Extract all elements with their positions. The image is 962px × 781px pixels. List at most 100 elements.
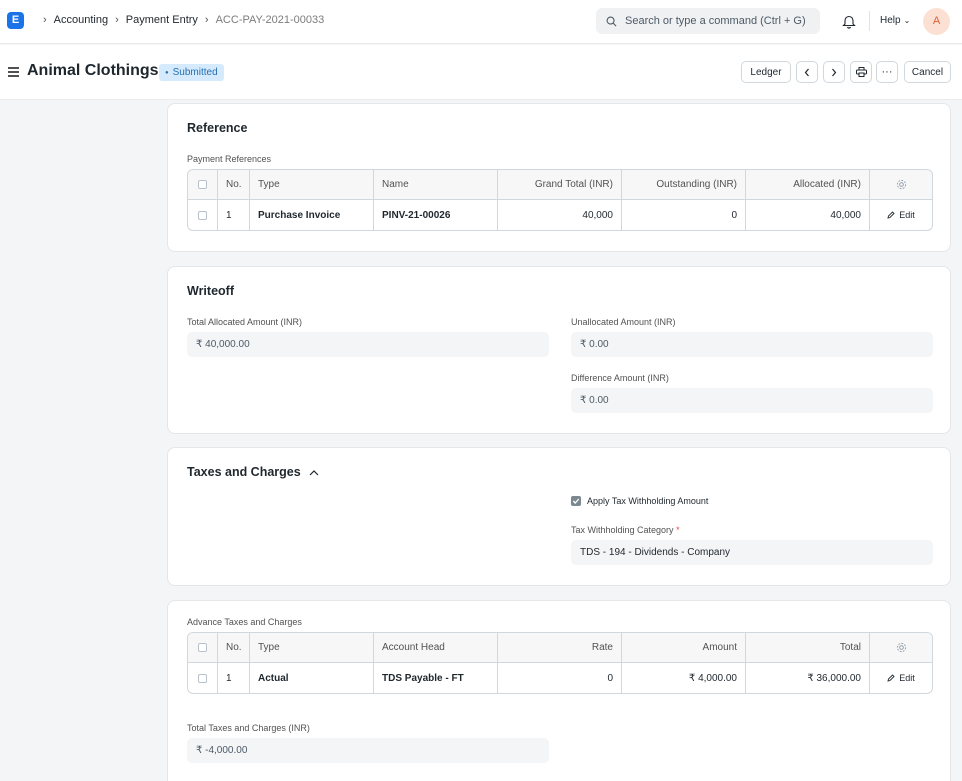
reference-name-cell[interactable]: PINV-21-00026 [374, 200, 498, 230]
payment-references-table: No. Type Name Grand Total (INR) Outstand… [187, 169, 933, 231]
table-header: No. Type Name Grand Total (INR) Outstand… [188, 170, 932, 200]
edit-label: Edit [899, 210, 915, 220]
edit-label: Edit [899, 673, 915, 683]
checkbox-checked-icon [571, 496, 581, 506]
table-row[interactable]: 1 Purchase Invoice PINV-21-00026 40,000 … [188, 200, 932, 230]
row-number: 1 [218, 663, 250, 693]
section-title: Reference [187, 121, 248, 135]
page-head: Animal Clothings Submitted Ledger ··· Ca… [0, 45, 962, 100]
chevron-up-icon [309, 469, 319, 475]
breadcrumb-accounting[interactable]: Accounting [54, 14, 108, 26]
breadcrumb-payment-entry[interactable]: Payment Entry [126, 14, 198, 26]
taxes-section: Taxes and Charges Apply Tax Withholding … [167, 447, 951, 586]
breadcrumb-document[interactable]: ACC-PAY-2021-00033 [216, 14, 325, 26]
more-options-button[interactable]: ··· [876, 61, 898, 83]
row-number: 1 [218, 200, 250, 230]
amount-cell[interactable]: ₹ 4,000.00 [622, 663, 746, 693]
previous-button[interactable] [796, 61, 818, 83]
total-allocated-field: ₹ 40,000.00 [187, 332, 549, 357]
cancel-button[interactable]: Cancel [904, 61, 951, 83]
pencil-icon [887, 674, 895, 682]
edit-row-button[interactable]: Edit [887, 210, 915, 220]
help-label: Help [880, 15, 901, 26]
status-badge: Submitted [159, 64, 224, 81]
outstanding-cell[interactable]: 0 [622, 200, 746, 230]
edit-row-button[interactable]: Edit [887, 673, 915, 683]
grand-total-cell[interactable]: 40,000 [498, 200, 622, 230]
section-title: Writeoff [187, 284, 234, 298]
column-header: No. [218, 170, 250, 199]
apply-tds-label: Apply Tax Withholding Amount [587, 496, 709, 506]
next-button[interactable] [823, 61, 845, 83]
column-header: Type [250, 170, 374, 199]
writeoff-section: Writeoff Total Allocated Amount (INR) ₹ … [167, 266, 951, 434]
bell-icon[interactable] [842, 14, 856, 29]
column-header: Name [374, 170, 498, 199]
tax-category-field[interactable]: TDS - 194 - Dividends - Company [571, 540, 933, 565]
table-label: Advance Taxes and Charges [187, 617, 302, 627]
table-label: Payment References [187, 154, 272, 164]
column-header: Allocated (INR) [746, 170, 870, 199]
ledger-button[interactable]: Ledger [741, 61, 791, 83]
total-taxes-label: Total Taxes and Charges (INR) [187, 723, 310, 733]
column-header: Type [250, 633, 374, 662]
tax-category-label-text: Tax Withholding Category [571, 525, 674, 535]
chevron-right-icon: › [204, 14, 209, 26]
column-header: Account Head [374, 633, 498, 662]
print-button[interactable] [850, 61, 872, 83]
breadcrumb: › Accounting › Payment Entry › ACC-PAY-2… [36, 14, 324, 26]
search-placeholder: Search or type a command (Ctrl + G) [625, 15, 806, 27]
printer-icon [855, 67, 867, 77]
app-logo[interactable]: E [7, 12, 24, 29]
chevron-left-icon [804, 68, 809, 76]
apply-tds-checkbox[interactable]: Apply Tax Withholding Amount [571, 496, 708, 506]
ellipsis-icon: ··· [881, 66, 893, 78]
reference-type-cell[interactable]: Purchase Invoice [250, 200, 374, 230]
chevron-right-icon: › [115, 14, 119, 26]
chevron-right-icon [832, 68, 837, 76]
column-header: Amount [622, 633, 746, 662]
search-icon [606, 16, 617, 26]
avatar[interactable]: A [923, 8, 950, 35]
navbar: E › Accounting › Payment Entry › ACC-PAY… [0, 0, 962, 44]
pencil-icon [887, 211, 895, 219]
total-allocated-label: Total Allocated Amount (INR) [187, 317, 303, 327]
account-head-cell[interactable]: TDS Payable - FT [374, 663, 498, 693]
allocated-cell[interactable]: 40,000 [746, 200, 870, 230]
settings-icon[interactable] [896, 179, 907, 190]
column-header: Total [746, 633, 870, 662]
column-header: Outstanding (INR) [622, 170, 746, 199]
unallocated-label: Unallocated Amount (INR) [571, 317, 676, 327]
table-header: No. Type Account Head Rate Amount Total [188, 633, 932, 663]
column-header: Grand Total (INR) [498, 170, 622, 199]
rate-cell[interactable]: 0 [498, 663, 622, 693]
settings-icon[interactable] [896, 642, 907, 653]
advance-taxes-section: Advance Taxes and Charges No. Type Accou… [167, 600, 951, 781]
sidebar-toggle-icon[interactable] [8, 67, 19, 79]
reference-section: Reference Payment References No. Type Na… [167, 103, 951, 252]
column-header: No. [218, 633, 250, 662]
column-header: Rate [498, 633, 622, 662]
row-checkbox[interactable] [198, 673, 207, 683]
advance-taxes-table: No. Type Account Head Rate Amount Total … [187, 632, 933, 694]
total-cell[interactable]: ₹ 36,000.00 [746, 663, 870, 693]
required-marker: * [676, 525, 680, 535]
help-dropdown[interactable]: Help ⌄ [880, 15, 910, 26]
unallocated-field: ₹ 0.00 [571, 332, 933, 357]
chevron-down-icon: ⌄ [903, 16, 911, 25]
select-all-checkbox[interactable] [198, 180, 207, 189]
tax-category-label: Tax Withholding Category * [571, 525, 680, 535]
taxes-section-toggle[interactable]: Taxes and Charges [187, 465, 319, 479]
divider [869, 11, 870, 31]
total-taxes-field: ₹ -4,000.00 [187, 738, 549, 763]
search-input[interactable]: Search or type a command (Ctrl + G) [596, 8, 820, 34]
difference-field: ₹ 0.00 [571, 388, 933, 413]
table-row[interactable]: 1 Actual TDS Payable - FT 0 ₹ 4,000.00 ₹… [188, 663, 932, 693]
row-checkbox[interactable] [198, 210, 207, 220]
section-title: Taxes and Charges [187, 465, 301, 479]
page-title: Animal Clothings [27, 62, 159, 79]
difference-label: Difference Amount (INR) [571, 373, 669, 383]
select-all-checkbox[interactable] [198, 643, 207, 652]
chevron-right-icon: › [43, 14, 47, 26]
tax-type-cell[interactable]: Actual [250, 663, 374, 693]
